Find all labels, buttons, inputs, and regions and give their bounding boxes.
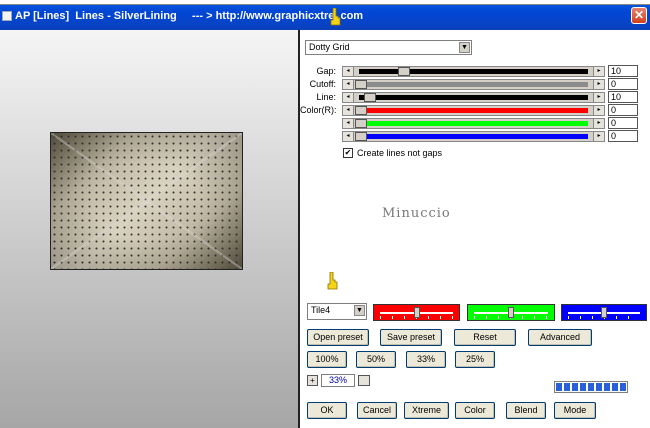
xtreme-button[interactable]: Xtreme [404, 402, 449, 419]
arrow-left-icon[interactable]: ◂ [343, 80, 354, 89]
slider-value-field[interactable]: 0 [608, 104, 638, 116]
slider-knob[interactable] [414, 307, 420, 318]
slider-value-field[interactable]: 10 [608, 91, 638, 103]
value-slider[interactable]: ◂ ▸ [342, 79, 605, 90]
value-slider[interactable]: ◂ ▸ [342, 66, 605, 77]
create-lines-checkbox[interactable]: ✔ [343, 148, 353, 158]
title-bar: AP [Lines] Lines - SilverLining --- > ht… [0, 0, 650, 30]
progress-bar [554, 381, 628, 393]
hand-pointer-icon [327, 272, 338, 290]
arrow-left-icon[interactable]: ◂ [343, 132, 354, 141]
arrow-left-icon[interactable]: ◂ [343, 119, 354, 128]
zoom-value[interactable]: 33% [321, 374, 355, 387]
slider-thumb[interactable] [355, 119, 367, 128]
slider-thumb[interactable] [355, 106, 367, 115]
slider-track [359, 95, 588, 100]
tile-dropdown[interactable]: Tile4 ▼ [307, 303, 367, 320]
app-icon [2, 11, 12, 21]
value-slider[interactable]: ◂ ▸ [342, 105, 605, 116]
zoom-options-icon[interactable] [358, 375, 370, 386]
slider-thumb[interactable] [355, 80, 367, 89]
chevron-down-icon[interactable]: ▼ [354, 305, 365, 316]
slider-track [359, 121, 588, 126]
chevron-down-icon[interactable]: ▼ [459, 42, 470, 53]
green-color-slider[interactable] [467, 304, 555, 321]
slider-value-field[interactable]: 0 [608, 78, 638, 90]
progress-fill [556, 383, 626, 391]
slider-label: Color(R): [300, 105, 337, 115]
zoom-50-button[interactable]: 50% [356, 351, 396, 368]
slider-value-field[interactable]: 10 [608, 65, 638, 77]
arrow-right-icon[interactable]: ▸ [593, 119, 604, 128]
slider-label: Cutoff: [309, 79, 336, 89]
ok-button[interactable]: OK [307, 402, 347, 419]
preview-image [50, 132, 243, 270]
preset-dropdown-value: Dotty Grid [309, 42, 350, 52]
watermark-text: Minuccio [382, 206, 451, 221]
red-color-slider[interactable] [373, 304, 460, 321]
create-lines-label: Create lines not gaps [357, 148, 443, 158]
blue-color-slider[interactable] [561, 304, 647, 321]
color-button[interactable]: Color [455, 402, 495, 419]
arrow-right-icon[interactable]: ▸ [593, 106, 604, 115]
arrow-right-icon[interactable]: ▸ [593, 80, 604, 89]
slider-track [359, 134, 588, 139]
slider-thumb[interactable] [355, 132, 367, 141]
slider-track [359, 69, 588, 74]
save-preset-button[interactable]: Save preset [380, 329, 442, 346]
blend-button[interactable]: Blend [506, 402, 546, 419]
arrow-right-icon[interactable]: ▸ [593, 132, 604, 141]
value-slider[interactable]: ◂ ▸ [342, 92, 605, 103]
value-slider[interactable]: ◂ ▸ [342, 118, 605, 129]
value-slider[interactable]: ◂ ▸ [342, 131, 605, 142]
slider-thumb[interactable] [398, 67, 410, 76]
slider-knob[interactable] [601, 307, 607, 318]
slider-track [359, 82, 588, 87]
arrow-left-icon[interactable]: ◂ [343, 106, 354, 115]
zoom-100-button[interactable]: 100% [307, 351, 347, 368]
slider-label: Gap: [316, 66, 336, 76]
slider-value-field[interactable]: 0 [608, 130, 638, 142]
zoom-33-button[interactable]: 33% [406, 351, 446, 368]
slider-thumb[interactable] [364, 93, 376, 102]
preview-diagonals [51, 133, 242, 269]
open-preset-button[interactable]: Open preset [307, 329, 369, 346]
tile-dropdown-value: Tile4 [311, 305, 331, 315]
arrow-right-icon[interactable]: ▸ [593, 67, 604, 76]
hand-pointer-icon [330, 8, 341, 26]
close-icon[interactable]: ✕ [631, 7, 647, 24]
zoom-plus-button[interactable]: + [307, 375, 318, 386]
zoom-25-button[interactable]: 25% [455, 351, 495, 368]
slider-label: Line: [316, 92, 336, 102]
cancel-button[interactable]: Cancel [357, 402, 397, 419]
arrow-left-icon[interactable]: ◂ [343, 67, 354, 76]
preset-dropdown[interactable]: Dotty Grid ▼ [305, 40, 472, 55]
window-title: AP [Lines] Lines - SilverLining --- > ht… [15, 10, 364, 22]
advanced-button[interactable]: Advanced [528, 329, 592, 346]
title-top-strip [0, 0, 650, 5]
slider-value-field[interactable]: 0 [608, 117, 638, 129]
slider-knob[interactable] [508, 307, 514, 318]
arrow-right-icon[interactable]: ▸ [593, 93, 604, 102]
arrow-left-icon[interactable]: ◂ [343, 93, 354, 102]
reset-button[interactable]: Reset [454, 329, 516, 346]
mode-button[interactable]: Mode [554, 402, 596, 419]
slider-track [359, 108, 588, 113]
